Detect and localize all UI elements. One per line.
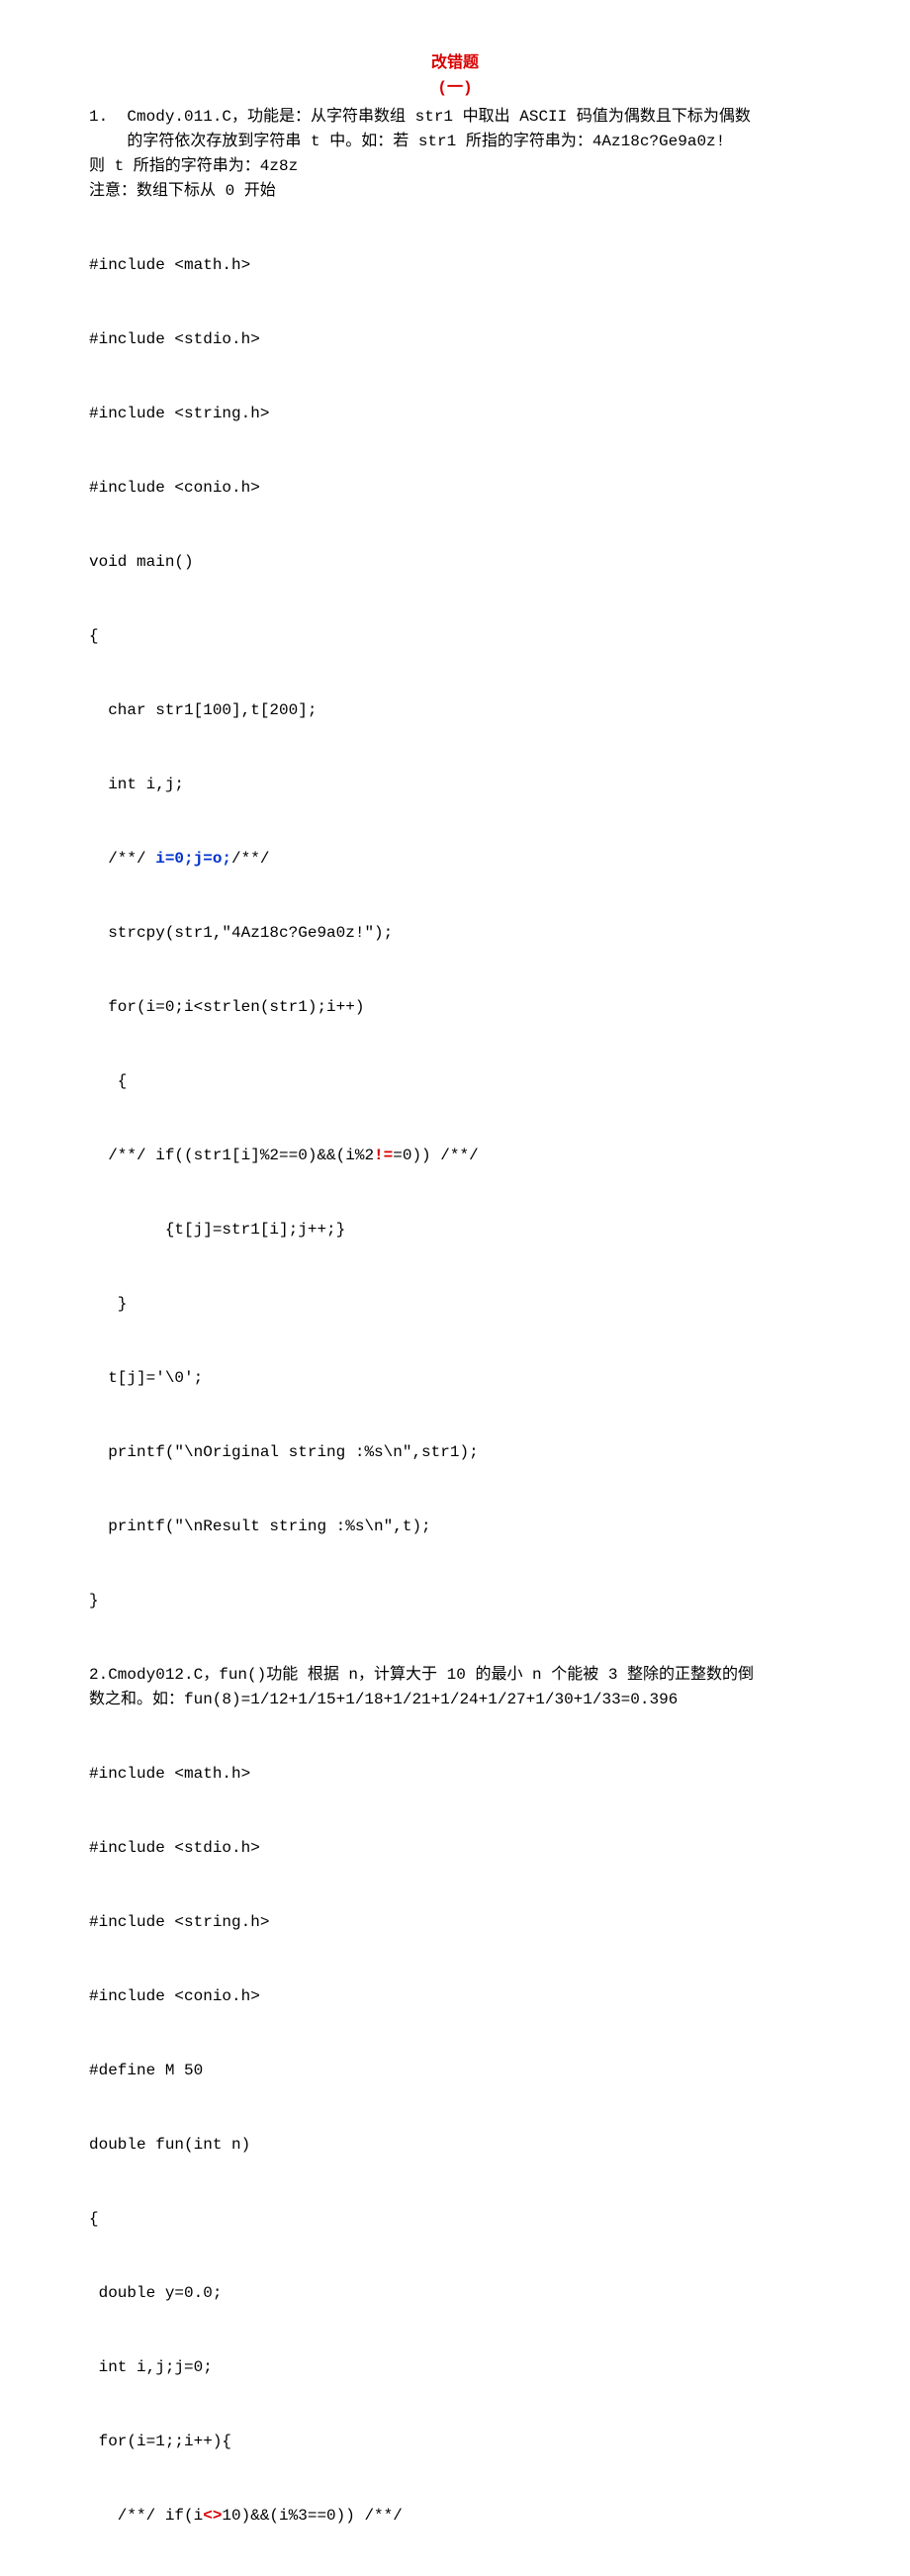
code-line: #include <math.h> bbox=[89, 253, 821, 278]
q2-para-2: 数之和。如：fun(8)=1/12+1/15+1/18+1/21+1/24+1/… bbox=[89, 1688, 821, 1712]
code-line: double fun(int n) bbox=[89, 2133, 821, 2158]
code-line: #include <conio.h> bbox=[89, 476, 821, 501]
code-line: { bbox=[89, 624, 821, 649]
code-line-marked: /**/ if((str1[i]%2==0)&&(i%2!==0)) /**/ bbox=[89, 1144, 821, 1168]
code-line: strcpy(str1,"4Az18c?Ge9a0z!"); bbox=[89, 921, 821, 946]
code-frag: /**/ bbox=[231, 850, 269, 868]
code-line: #include <conio.h> bbox=[89, 1984, 821, 2009]
code-line: for(i=0;i<strlen(str1);i++) bbox=[89, 995, 821, 1020]
code-line: #include <stdio.h> bbox=[89, 1836, 821, 1861]
title-line-1: 改错题 bbox=[89, 51, 821, 76]
code-line: { bbox=[89, 2207, 821, 2232]
code-line: { bbox=[89, 1069, 821, 1094]
document-page: 改错题 (一) 1. Cmody.011.C，功能是：从字符串数组 str1 中… bbox=[0, 0, 910, 2576]
code-line: void main() bbox=[89, 550, 821, 575]
q2-code-block: #include <math.h> #include <stdio.h> #in… bbox=[89, 1712, 821, 2576]
code-line: #define M 50 bbox=[89, 2059, 821, 2083]
code-frag: /**/ if(i bbox=[89, 2507, 203, 2525]
code-line-marked: /**/ if(i<>10)&&(i%3==0)) /**/ bbox=[89, 2504, 821, 2529]
code-frag-marked: != bbox=[374, 1147, 393, 1164]
q1-para-1: 1. Cmody.011.C，功能是：从字符串数组 str1 中取出 ASCII… bbox=[89, 105, 821, 130]
code-line-marked: /**/ i=0;j=o;/**/ bbox=[89, 847, 821, 872]
code-line: {t[j]=str1[i];j++;} bbox=[89, 1218, 821, 1242]
q1-para-2: 的字符依次存放到字符串 t 中。如：若 str1 所指的字符串为：4Az18c?… bbox=[89, 130, 821, 154]
code-line: double y=0.0; bbox=[89, 2281, 821, 2306]
code-line: printf("\nOriginal string :%s\n",str1); bbox=[89, 1440, 821, 1465]
q1-para-3: 则 t 所指的字符串为：4z8z bbox=[89, 154, 821, 179]
code-frag-marked: i=0;j=o; bbox=[155, 850, 231, 868]
code-line: for(i=1;;i++){ bbox=[89, 2430, 821, 2454]
code-frag-marked: <> bbox=[203, 2507, 222, 2525]
code-line: printf("\nResult string :%s\n",t); bbox=[89, 1515, 821, 1539]
title-block: 改错题 (一) bbox=[89, 51, 821, 101]
code-line: int i,j;j=0; bbox=[89, 2355, 821, 2380]
q2-para-1: 2.Cmody012.C，fun()功能 根据 n，计算大于 10 的最小 n … bbox=[89, 1663, 821, 1688]
code-frag: /**/ if((str1[i]%2==0)&&(i%2 bbox=[89, 1147, 374, 1164]
code-line: #include <string.h> bbox=[89, 1910, 821, 1935]
code-frag: 10)&&(i%3==0)) /**/ bbox=[222, 2507, 402, 2525]
code-line: } bbox=[89, 1589, 821, 1613]
code-line: #include <stdio.h> bbox=[89, 327, 821, 352]
code-line: char str1[100],t[200]; bbox=[89, 698, 821, 723]
code-line: #include <math.h> bbox=[89, 1762, 821, 1787]
title-line-2: (一) bbox=[89, 76, 821, 101]
q1-para-4: 注意：数组下标从 0 开始 bbox=[89, 179, 821, 204]
code-frag: /**/ bbox=[89, 850, 155, 868]
code-line: int i,j; bbox=[89, 773, 821, 797]
code-frag: =0)) /**/ bbox=[393, 1147, 478, 1164]
q1-code-block: #include <math.h> #include <stdio.h> #in… bbox=[89, 204, 821, 1663]
code-line: #include <string.h> bbox=[89, 402, 821, 426]
code-line: t[j]='\0'; bbox=[89, 1366, 821, 1391]
code-line: } bbox=[89, 1292, 821, 1317]
